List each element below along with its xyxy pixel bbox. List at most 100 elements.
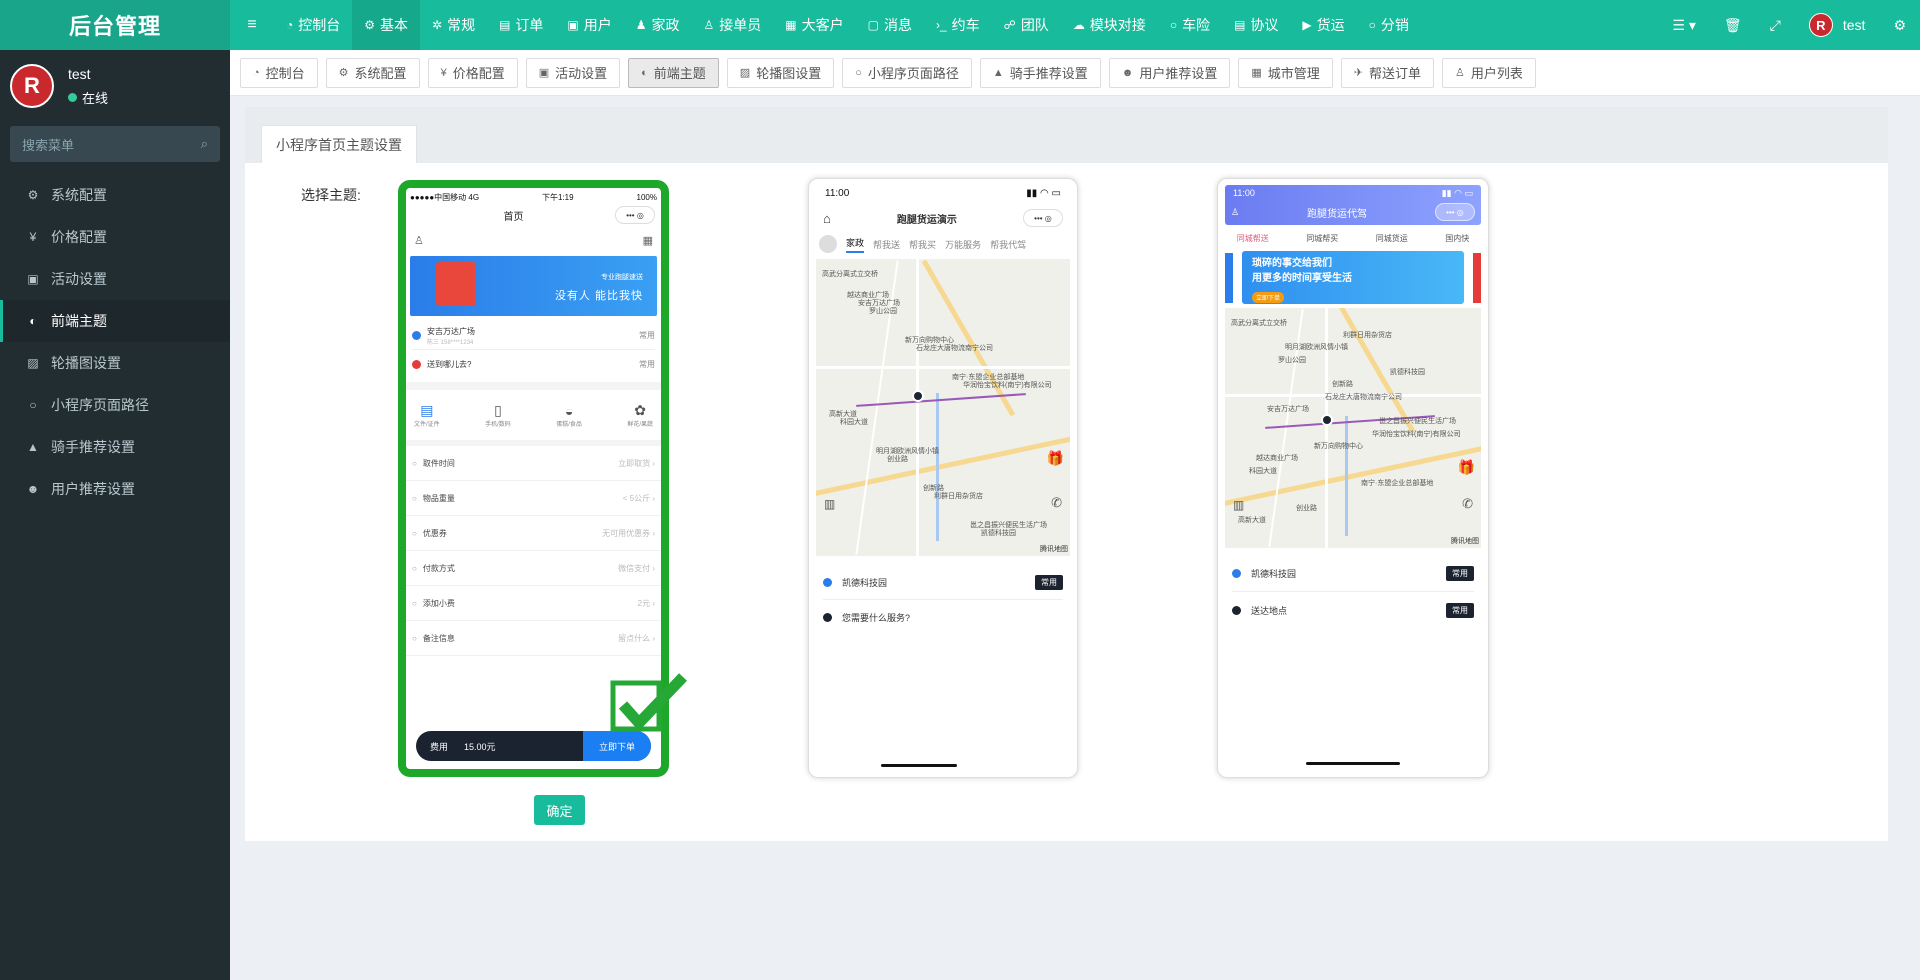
tab-2[interactable]: ¥ 价格配置 bbox=[427, 57, 518, 88]
sidebar-item-frontend-theme[interactable]: ◐ 前端主题 bbox=[0, 300, 230, 342]
category-item[interactable]: ▤ 文件/证件 bbox=[414, 402, 440, 428]
nav-item-14[interactable]: ▶ 货运 bbox=[1290, 0, 1356, 50]
list-dropdown-icon[interactable]: ☰ ▾ bbox=[1658, 0, 1709, 50]
option-row[interactable]: ○ 付款方式 微信支付 › bbox=[406, 551, 661, 586]
map-view[interactable]: 高武分离式立交桥 罗山公园 石龙庄大唐物流南宁公司 华润怡宝饮料(南宁)有限公司 科园大… bbox=[816, 259, 1070, 556]
tab-1[interactable]: ⚙ 系统配置 bbox=[325, 57, 420, 88]
tab-8[interactable]: ☻ 用户推荐设置 bbox=[1108, 57, 1231, 88]
theme-option-2[interactable]: 11:00 ▮▮ ◠ ▭ ⌂ 跑腿货运演示 ••• ◎ 家政 帮我送 帮我买 万能服务帮… bbox=[808, 178, 1078, 778]
map-label: 高武分离式立交桥 bbox=[1231, 320, 1287, 327]
map-label: 南宁·东盟企业总部基地 bbox=[1361, 480, 1434, 487]
nav-item-2[interactable]: ✲ 常规 bbox=[420, 0, 487, 50]
tab-7[interactable]: ▲ 骑手推荐设置 bbox=[979, 57, 1101, 88]
service-tab[interactable]: 国内快 bbox=[1445, 233, 1469, 244]
sidebar-item-page-path[interactable]: ○ 小程序页面路径 bbox=[0, 384, 230, 426]
option-row[interactable]: ○ 备注信息 留点什么 › bbox=[406, 621, 661, 656]
sidebar-item-user-referral[interactable]: ☻ 用户推荐设置 bbox=[0, 468, 230, 510]
nav-item-9[interactable]: ›_ 约车 bbox=[924, 0, 992, 50]
map-label: 高新大道 bbox=[1238, 517, 1266, 524]
nav-item-5[interactable]: ♟ 家政 bbox=[624, 0, 692, 50]
nav-item-10[interactable]: ☍ 团队 bbox=[992, 0, 1061, 50]
option-row[interactable]: ○ 取件时间 立即取货 › bbox=[406, 446, 661, 481]
user-menu[interactable]: Rtest bbox=[1795, 0, 1880, 50]
nav-item-15[interactable]: ○ 分销 bbox=[1357, 0, 1421, 50]
sidebar-item-system-config[interactable]: ⚙ 系统配置 bbox=[0, 174, 230, 216]
river bbox=[936, 392, 939, 542]
theme-option-3[interactable]: 11:00 ▮▮ ◠ ▭ ♙ 跑腿货运代驾 ••• ◎ 同城帮送 同城帮买 同城货运 国… bbox=[1217, 178, 1489, 778]
pickup-address-row[interactable]: 凯德科技园 常用 bbox=[823, 566, 1063, 600]
option-row[interactable]: ○ 添加小费 2元 › bbox=[406, 586, 661, 621]
tab-theme-settings[interactable]: 小程序首页主题设置 bbox=[261, 125, 417, 163]
settings-gears-icon[interactable]: ⚙ bbox=[1879, 0, 1920, 50]
app-logo[interactable]: 后台管理 bbox=[0, 0, 230, 50]
option-row[interactable]: ○ 物品重量 < 5公斤 › bbox=[406, 481, 661, 516]
nav-item-6[interactable]: ♙ 接单员 bbox=[692, 0, 774, 50]
service-tab[interactable]: 同城帮送 bbox=[1237, 233, 1269, 244]
confirm-button[interactable]: 确定 bbox=[534, 795, 585, 825]
option-row[interactable]: ○ 优惠券 无可用优惠券 › bbox=[406, 516, 661, 551]
book-icon: ▤ bbox=[499, 18, 511, 32]
service-tab[interactable]: 帮我代驾 bbox=[990, 238, 1026, 251]
service-tab[interactable]: 同城帮买 bbox=[1306, 233, 1338, 244]
map-label: 明月湖欧洲风情小镇 bbox=[1285, 344, 1348, 351]
tab-5[interactable]: ▨ 轮播图设置 bbox=[726, 57, 835, 88]
nav-item-11[interactable]: ☁ 模块对接 bbox=[1061, 0, 1158, 50]
fullscreen-icon[interactable]: ⤢ bbox=[1756, 0, 1795, 50]
user-status: 在线 bbox=[68, 88, 108, 107]
map-label: 越达商业广场 bbox=[1256, 455, 1298, 462]
map-label: 利群日用杂货店 bbox=[1343, 332, 1392, 339]
delivery-address-row[interactable]: 送达地点 常用 bbox=[1232, 592, 1474, 628]
search-placeholder: 搜索菜单 bbox=[22, 137, 75, 153]
gears-icon: ✲ bbox=[432, 18, 443, 32]
tab-10[interactable]: ✈ 帮送订单 bbox=[1340, 57, 1435, 88]
map-view[interactable]: 高武分离式立交桥 罗山公园 石龙庄大唐物流南宁公司 华润怡宝饮料(南宁)有限公司 科园大… bbox=[1225, 308, 1481, 548]
dashboard-icon: ◔ bbox=[286, 18, 294, 32]
tab-0[interactable]: ◔ 控制台 bbox=[240, 57, 318, 88]
pickup-pin-icon bbox=[823, 578, 832, 587]
avatar[interactable]: R bbox=[10, 64, 54, 108]
from-pin-icon bbox=[412, 331, 421, 340]
tab-4[interactable]: ◐ 前端主题 bbox=[628, 57, 719, 88]
circle-icon: ○ bbox=[29, 398, 37, 412]
category-item[interactable]: ✿ 鲜花/果蔬 bbox=[627, 402, 653, 428]
select-theme-label: 选择主题: bbox=[301, 187, 361, 203]
category-item[interactable]: ▯ 手机/数码 bbox=[485, 402, 511, 428]
gear-icon: ⚙ bbox=[364, 18, 376, 32]
sidebar-search-input[interactable]: 搜索菜单 ⌕ bbox=[10, 126, 220, 162]
service-tab[interactable]: 万能服务 bbox=[945, 238, 981, 251]
nav-item-3[interactable]: ▤ 订单 bbox=[487, 0, 555, 50]
tab-3[interactable]: ▣ 活动设置 bbox=[525, 57, 621, 88]
pickup-address-row[interactable]: 凯德科技园 常用 bbox=[1232, 556, 1474, 592]
nav-item-0[interactable]: ◔ 控制台 bbox=[274, 0, 352, 50]
banner-order-button[interactable]: 立即下单 bbox=[1252, 292, 1285, 303]
from-address-row[interactable]: 安吉万达广场 陈三 158****1234 常用 bbox=[412, 322, 655, 350]
nav-item-1[interactable]: ⚙ 基本 bbox=[352, 0, 421, 50]
menu-toggle-icon[interactable]: ≡ bbox=[230, 0, 274, 50]
nav-item-12[interactable]: ○ 车险 bbox=[1158, 0, 1222, 50]
walk-icon: ♟ bbox=[635, 18, 647, 32]
content-panel: 小程序首页主题设置 选择主题: ●●●●●中国移动 4G 下午1:19 100%… bbox=[245, 107, 1888, 841]
service-row[interactable]: 您需要什么服务? bbox=[823, 600, 1063, 634]
nav-item-4[interactable]: ▣ 用户 bbox=[555, 0, 623, 50]
category-item[interactable]: ◒ 蛋糕/食品 bbox=[556, 403, 582, 428]
trash-icon[interactable]: 🗑 bbox=[1710, 0, 1756, 50]
service-tab[interactable]: 同城货运 bbox=[1376, 233, 1408, 244]
sidebar-item-rider-referral[interactable]: ▲ 骑手推荐设置 bbox=[0, 426, 230, 468]
sidebar-item-activity[interactable]: ▣ 活动设置 bbox=[0, 258, 230, 300]
tab-11[interactable]: ♙ 用户列表 bbox=[1442, 57, 1536, 88]
online-dot-icon bbox=[68, 92, 77, 102]
avatar[interactable] bbox=[819, 235, 837, 253]
sidebar-item-carousel[interactable]: ▨ 轮播图设置 bbox=[0, 342, 230, 384]
sidebar-item-price-config[interactable]: ¥ 价格配置 bbox=[0, 216, 230, 258]
to-address-row[interactable]: 送到哪儿去? 常用 bbox=[412, 350, 655, 378]
nav-item-13[interactable]: ▤ 协议 bbox=[1222, 0, 1290, 50]
tab-9[interactable]: ▦ 城市管理 bbox=[1238, 57, 1333, 88]
nav-item-8[interactable]: ▢ 消息 bbox=[856, 0, 924, 50]
circle-icon: ○ bbox=[1368, 18, 1376, 32]
tab-6[interactable]: ○ 小程序页面路径 bbox=[842, 57, 972, 88]
service-tab[interactable]: 家政 bbox=[846, 236, 865, 253]
service-tab[interactable]: 帮我送 bbox=[873, 238, 900, 251]
service-tab[interactable]: 帮我买 bbox=[909, 238, 936, 251]
nav-item-7[interactable]: ▦ 大客户 bbox=[773, 0, 855, 50]
status-bar: ●●●●●中国移动 4G 下午1:19 100% bbox=[410, 192, 657, 202]
